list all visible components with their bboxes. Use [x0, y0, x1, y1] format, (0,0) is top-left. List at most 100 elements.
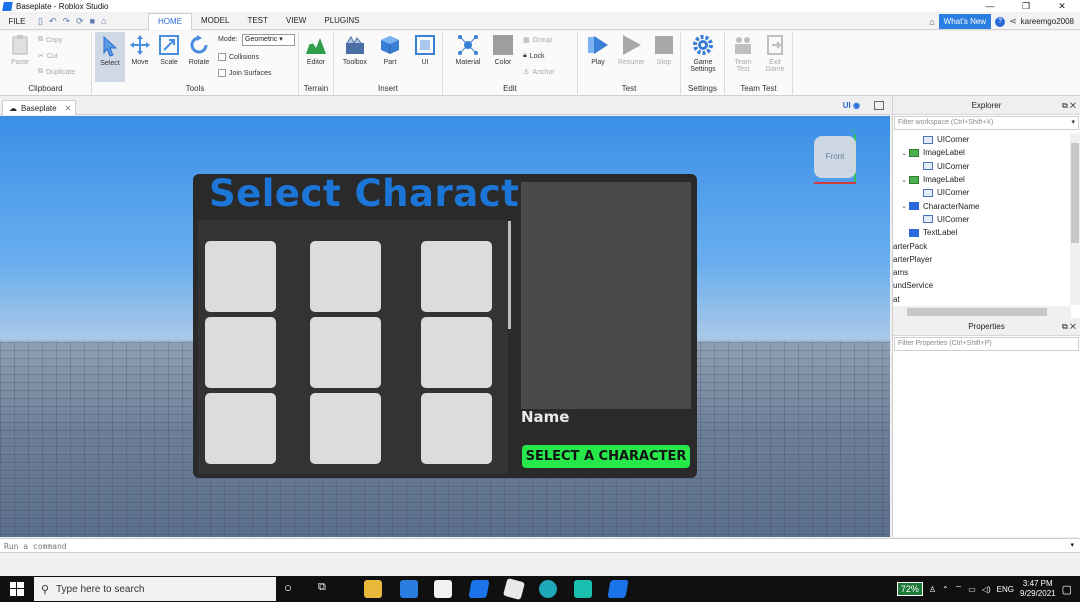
clock[interactable]: 3:47 PM 9/29/2021 — [1020, 579, 1056, 599]
explorer-vscroll-thumb[interactable] — [1071, 143, 1079, 243]
explorer-tree-row[interactable]: ⌄ ImageLabel — [893, 146, 1071, 159]
close-button[interactable]: ✕ — [1044, 0, 1080, 12]
scale-tool-button[interactable]: Scale — [154, 34, 184, 66]
home-icon[interactable]: ⌂ — [929, 17, 934, 27]
explorer-tree-row[interactable]: ams — [893, 266, 1071, 279]
cut-button[interactable]: ✂ Cut — [38, 52, 58, 61]
explorer-tree[interactable]: UICorner ⌄ ImageLabel UICorner ⌄ ImageLabel UI… — [893, 133, 1071, 305]
explorer-tree-row[interactable]: ⌄ CharacterName — [893, 199, 1071, 212]
explorer-tree-row[interactable]: ⌄ ImageLabel — [893, 173, 1071, 186]
minimize-button[interactable]: — — [972, 0, 1008, 12]
play-button[interactable]: Play — [583, 34, 613, 66]
explorer-horizontal-scrollbar[interactable] — [893, 306, 1071, 318]
redo-icon[interactable]: ↷ — [63, 16, 71, 27]
explorer-tree-row[interactable]: arterPack — [893, 239, 1071, 252]
ui-button[interactable]: UI — [410, 34, 440, 66]
explorer-tree-row[interactable]: UICorner — [893, 186, 1071, 199]
stop-button[interactable]: Stop — [649, 34, 679, 66]
select-character-button[interactable]: SELECT A CHARACTER — [522, 445, 690, 468]
notifications-icon[interactable]: ▢ — [1062, 583, 1072, 596]
explorer-hscroll-thumb[interactable] — [907, 308, 1047, 316]
explorer-tree-row[interactable]: at — [893, 293, 1071, 305]
expand-chevron-icon[interactable]: ⌄ — [899, 176, 909, 184]
mail-icon[interactable] — [400, 580, 418, 598]
group-button[interactable]: ▦ Group — [523, 36, 552, 45]
grid-scrollbar[interactable] — [508, 221, 511, 329]
windows-start-icon[interactable] — [10, 582, 24, 596]
help-icon[interactable]: ? — [995, 16, 1006, 27]
character-slot[interactable] — [421, 241, 492, 312]
properties-panel-controls[interactable]: ⧉ ✕ — [1062, 318, 1076, 336]
explorer-tree-row[interactable]: undService — [893, 279, 1071, 292]
explorer-tree-row[interactable]: UICorner — [893, 160, 1071, 173]
mode-dropdown[interactable]: Geometric ▾ — [242, 34, 295, 46]
character-slot[interactable] — [421, 317, 492, 388]
undo-icon[interactable]: ↶ — [49, 16, 57, 27]
expand-chevron-icon[interactable]: ⌄ — [899, 149, 909, 157]
anchor-button[interactable]: ⚓︎ Anchor — [523, 68, 554, 77]
join-surfaces-checkbox[interactable] — [218, 69, 226, 77]
file-menu[interactable]: FILE — [0, 17, 34, 26]
task-view-icon[interactable]: ⧉ — [318, 581, 326, 594]
collisions-checkbox[interactable] — [218, 53, 226, 61]
character-slot[interactable] — [310, 393, 381, 464]
resume-button[interactable]: Resume — [616, 34, 646, 66]
taskbar-search-box[interactable]: ⚲ Type here to search — [34, 577, 276, 601]
tab-baseplate[interactable]: ☁ Baseplate ✕ — [2, 100, 76, 115]
expand-chevron-icon[interactable]: ⌄ — [899, 202, 909, 210]
part-button[interactable]: Part — [375, 34, 405, 66]
store-icon[interactable] — [434, 580, 452, 598]
duplicate-button[interactable]: ⧉ Duplicate — [38, 68, 75, 76]
copy-button[interactable]: ⧉ Copy — [38, 36, 62, 44]
terrain-editor-button[interactable]: Editor — [301, 34, 331, 66]
stop-square-icon[interactable]: ■ — [90, 16, 95, 26]
edge-icon[interactable] — [539, 580, 557, 598]
roblox-studio-taskbar-icon[interactable] — [468, 580, 490, 598]
command-history-dropdown-icon[interactable]: ▾ — [1070, 541, 1074, 549]
command-input[interactable] — [4, 540, 1064, 552]
battery-indicator[interactable]: 72% — [896, 582, 923, 596]
chevron-up-icon[interactable]: ⌃ — [942, 585, 949, 594]
character-slot[interactable] — [310, 241, 381, 312]
rotate-icon[interactable]: ⟳ — [76, 16, 84, 27]
cortana-icon[interactable]: ○ — [284, 580, 292, 595]
explorer-vertical-scrollbar[interactable] — [1070, 133, 1080, 305]
tab-view[interactable]: VIEW — [277, 13, 315, 29]
roblox-player-icon[interactable] — [502, 577, 526, 601]
dock-window-icon[interactable] — [874, 101, 884, 110]
character-slot[interactable] — [310, 317, 381, 388]
roblox-studio-taskbar-icon-2[interactable] — [607, 580, 629, 598]
rotate-tool-button[interactable]: Rotate — [184, 34, 214, 66]
language-indicator[interactable]: ENG — [997, 585, 1014, 594]
explorer-tree-row[interactable]: arterPlayer — [893, 253, 1071, 266]
lock-button[interactable]: 🔒︎ Lock — [523, 52, 545, 60]
restore-button[interactable]: ❐ — [1008, 0, 1044, 12]
team-test-button[interactable]: Team Test — [728, 34, 758, 73]
tab-model[interactable]: MODEL — [192, 13, 238, 29]
filter-dropdown-icon[interactable]: ▾ — [1071, 117, 1075, 129]
character-grid[interactable] — [198, 220, 508, 474]
new-file-icon[interactable]: ▯ — [38, 16, 43, 27]
person-icon[interactable]: ♙ — [929, 585, 936, 594]
battery-icon[interactable]: ▭ — [968, 585, 976, 594]
ui-visibility-toggle[interactable]: UI ◉ — [843, 101, 860, 110]
collisions-toggle[interactable]: Collisions — [218, 53, 259, 61]
close-tab-icon[interactable]: ✕ — [65, 104, 72, 113]
game-settings-button[interactable]: Game Settings — [688, 34, 718, 73]
controller-icon[interactable]: ⌂ — [101, 16, 106, 26]
wifi-icon[interactable]: ⌔ — [955, 584, 963, 594]
app-icon[interactable] — [574, 580, 592, 598]
character-slot[interactable] — [421, 393, 492, 464]
view-cube[interactable]: Front — [814, 136, 856, 178]
paste-button[interactable]: Paste — [5, 34, 35, 66]
join-surfaces-toggle[interactable]: Join Surfaces — [218, 69, 271, 77]
character-slot[interactable] — [205, 393, 276, 464]
viewport[interactable]: Front Y Select Character Name SELECT A C… — [0, 116, 890, 537]
whats-new-button[interactable]: What's New — [938, 14, 992, 29]
move-tool-button[interactable]: Move — [125, 34, 155, 66]
select-tool-button[interactable]: Select — [95, 32, 125, 82]
share-icon[interactable]: ⋖ — [1009, 16, 1017, 27]
color-button[interactable]: Color — [488, 34, 518, 66]
file-explorer-icon[interactable] — [364, 580, 382, 598]
explorer-filter-input[interactable]: Filter workspace (Ctrl+Shift+X) ▾ — [894, 116, 1079, 130]
